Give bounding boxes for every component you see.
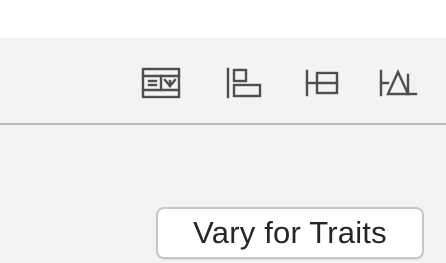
vary-for-traits-label: Vary for Traits <box>193 215 387 250</box>
interface-builder-canvas-region: Vary for Traits <box>0 0 446 263</box>
vary-for-traits-button[interactable]: Vary for Traits <box>156 207 424 259</box>
align-icon <box>226 67 262 99</box>
embed-in-stack-icon <box>141 67 181 99</box>
resolve-auto-layout-issues-icon <box>379 69 418 97</box>
add-new-constraints-button[interactable] <box>301 64 347 102</box>
add-new-constraints-icon <box>305 69 339 97</box>
auto-layout-toolbar <box>0 38 446 125</box>
align-button[interactable] <box>221 64 267 102</box>
resolve-auto-layout-issues-button[interactable] <box>375 64 421 102</box>
embed-in-stack-button[interactable] <box>138 64 184 102</box>
